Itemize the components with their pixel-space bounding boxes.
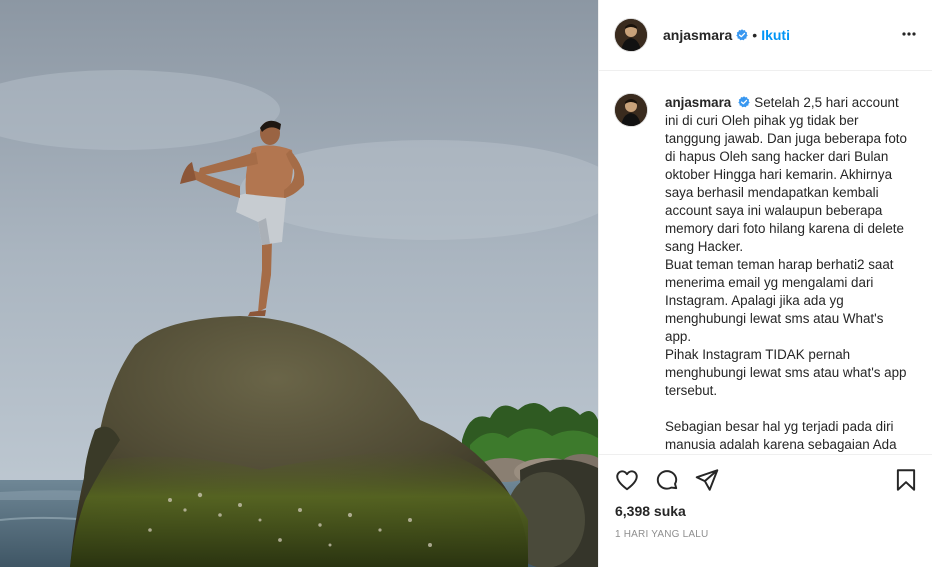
heart-icon[interactable] — [614, 467, 640, 493]
verified-badge-icon — [738, 96, 750, 108]
post-photo-image — [0, 0, 598, 567]
separator-dot: • — [752, 27, 758, 43]
header-user-row: anjasmara • Ikuti — [663, 27, 790, 43]
caption-paragraph: Sebagian besar hal yg terjadi pada diri … — [665, 419, 897, 452]
caption-paragraph: Setelah 2,5 hari account ini di curi Ole… — [665, 95, 907, 254]
bookmark-icon[interactable] — [893, 467, 919, 493]
caption-paragraph: Buat teman teman harap berhati2 saat men… — [665, 257, 894, 344]
comment-icon[interactable] — [654, 467, 680, 493]
follow-button[interactable]: Ikuti — [761, 27, 790, 43]
author-avatar[interactable] — [615, 19, 647, 51]
verified-badge-icon — [736, 29, 748, 41]
post-timestamp[interactable]: 1 HARI YANG LALU — [615, 529, 708, 540]
likes-count[interactable]: 6,398 suka — [615, 503, 686, 519]
caption-avatar[interactable] — [615, 94, 647, 126]
author-username[interactable]: anjasmara — [663, 27, 732, 43]
avatar-image — [615, 94, 647, 126]
share-icon[interactable] — [694, 467, 720, 493]
post-header: anjasmara • Ikuti — [599, 0, 932, 71]
more-options-icon[interactable] — [901, 26, 917, 42]
post-actions: 6,398 suka 1 HARI YANG LALU — [599, 454, 932, 567]
post-photo[interactable] — [0, 0, 598, 567]
post-side-panel: anjasmara • Ikuti anjasmara Setelah 2,5 … — [598, 0, 932, 567]
avatar-image — [615, 19, 647, 51]
caption-paragraph: Pihak Instagram TIDAK pernah menghubungi… — [665, 347, 907, 398]
post-caption: anjasmara Setelah 2,5 hari account ini d… — [665, 94, 913, 454]
comments-area[interactable]: anjasmara Setelah 2,5 hari account ini d… — [599, 72, 932, 454]
caption-username[interactable]: anjasmara — [665, 95, 731, 110]
